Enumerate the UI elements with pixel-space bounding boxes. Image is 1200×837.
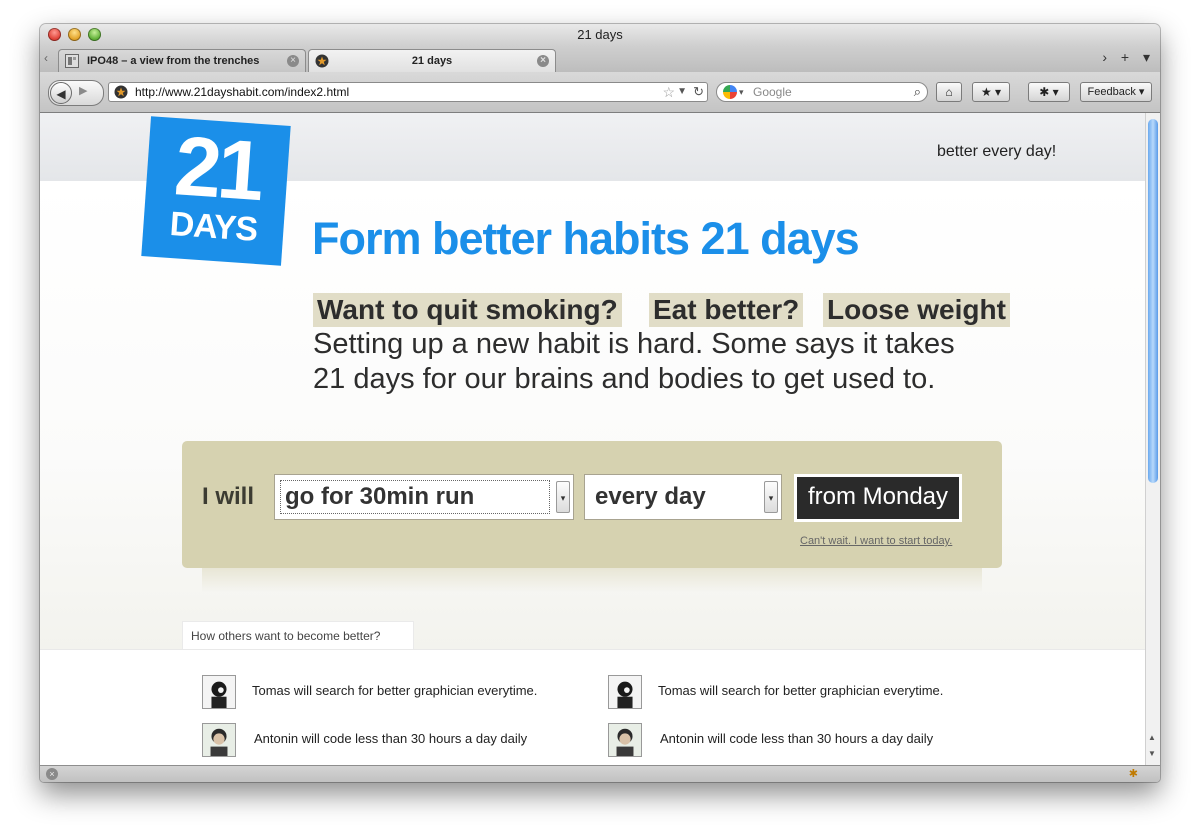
engine-dropdown-icon[interactable]: ▾ [739, 83, 744, 101]
new-tab-icon[interactable]: + [1121, 49, 1129, 65]
status-bar: × ✱ [40, 765, 1160, 782]
addon-status-icon[interactable]: ✱ [1129, 767, 1138, 780]
forward-icon[interactable]: ▶ [79, 84, 87, 97]
zoom-window-button[interactable] [88, 28, 101, 41]
frequency-selected-value: every day [595, 483, 706, 510]
vertical-scrollbar[interactable]: ▲ ▼ [1145, 113, 1160, 765]
divider [40, 649, 1145, 650]
logo-number: 21 [171, 118, 264, 218]
habit-chip: Want to quit smoking? [313, 293, 622, 327]
scrollbar-thumb[interactable] [1148, 119, 1158, 483]
extension-icon[interactable]: ✱ ▾ [1028, 82, 1070, 102]
feedback-label: Feedback [1087, 86, 1136, 98]
habit-chip: Eat better? [649, 293, 804, 327]
page-favicon-icon [65, 54, 79, 68]
tab-controls: › + ▾ [1092, 49, 1150, 66]
frequency-select[interactable]: every day ▾ [584, 474, 782, 520]
tab-21-days[interactable]: 21 days × [308, 49, 556, 72]
site-identity-icon [114, 85, 128, 99]
start-today-link[interactable]: Can't wait. I want to start today. [800, 535, 952, 547]
home-icon[interactable]: ⌂ [936, 82, 962, 102]
description-line: 21 days for our brains and bodies to get… [313, 363, 936, 395]
tab-scroll-left-icon[interactable]: ‹ [44, 51, 48, 65]
chevron-down-icon[interactable]: ▾ [764, 481, 778, 513]
url-text[interactable]: http://www.21dayshabit.com/index2.html [135, 83, 349, 101]
description-line: Setting up a new habit is hard. Some say… [313, 328, 955, 360]
search-placeholder: Google [753, 85, 792, 99]
chevron-down-icon[interactable]: ▾ [556, 481, 570, 513]
page-viewport: 21 DAYS better every day! Form better ha… [40, 113, 1145, 765]
search-input[interactable]: ▾ Google ⌕ [716, 82, 928, 102]
back-forward-group: ◀ ▶ [48, 80, 104, 106]
page-headline: Form better habits 21 days [312, 213, 860, 264]
tab-scroll-right-icon[interactable]: › [1102, 49, 1107, 65]
tab-label: IPO48 – a view from the trenches [87, 55, 260, 67]
entry-text: Antonin will code less than 30 hours a d… [254, 731, 528, 746]
tab-list-icon[interactable]: ▾ [1143, 49, 1150, 65]
search-icon[interactable]: ⌕ [914, 83, 921, 101]
scroll-up-icon[interactable]: ▲ [1148, 733, 1156, 742]
close-window-button[interactable] [48, 28, 61, 41]
habit-form: I will go for 30min run ▾ every day ▾ fr… [182, 441, 1002, 568]
start-monday-button[interactable]: from Monday [794, 474, 962, 522]
url-history-dropdown-icon[interactable]: ▼ [677, 83, 687, 101]
stop-icon[interactable]: × [46, 768, 58, 780]
google-engine-icon[interactable] [723, 85, 737, 99]
tab-ipo48[interactable]: IPO48 – a view from the trenches × [58, 49, 306, 72]
feedback-button[interactable]: Feedback ▾ [1080, 82, 1152, 102]
habit-chip: Loose weight [823, 293, 1010, 327]
activity-select[interactable]: go for 30min run ▾ [274, 474, 574, 520]
form-prefix-label: I will [202, 483, 255, 510]
reload-icon[interactable]: ↻ [693, 83, 704, 101]
avatar [202, 675, 236, 709]
entry-text: Tomas will search for better graphician … [658, 683, 944, 698]
site-favicon-icon [315, 54, 329, 68]
tab-bar: ‹ IPO48 – a view from the trenches × 21 … [40, 46, 1160, 73]
star-icon[interactable]: ☆ [662, 83, 675, 101]
minimize-window-button[interactable] [68, 28, 81, 41]
browser-window: 21 days ‹ IPO48 – a view from the trench… [40, 24, 1160, 782]
entry-text: Antonin will code less than 30 hours a d… [660, 731, 934, 746]
avatar [202, 723, 236, 757]
close-tab-icon[interactable]: × [537, 55, 549, 67]
scroll-down-icon[interactable]: ▼ [1148, 749, 1156, 758]
intro-description: Setting up a new habit is hard. Some say… [313, 327, 955, 397]
avatar [608, 723, 642, 757]
site-tagline: better every day! [937, 143, 1057, 160]
form-shadow [202, 568, 982, 592]
avatar [608, 675, 642, 709]
close-tab-icon[interactable]: × [287, 55, 299, 67]
tab-label: 21 days [411, 55, 453, 67]
navigation-toolbar: ◀ ▶ http://www.21dayshabit.com/index2.ht… [40, 72, 1160, 113]
title-bar: 21 days [40, 24, 1160, 46]
bookmarks-icon[interactable]: ★ ▾ [972, 82, 1010, 102]
address-bar[interactable]: http://www.21dayshabit.com/index2.html ☆… [108, 82, 708, 102]
activity-selected-value: go for 30min run [285, 483, 475, 510]
site-logo[interactable]: 21 DAYS [141, 116, 291, 266]
entry-text: Tomas will search for better graphician … [252, 683, 538, 698]
others-section-tab[interactable]: How others want to become better? [182, 621, 414, 649]
window-title: 21 days [577, 27, 623, 42]
back-icon[interactable]: ◀ [50, 82, 72, 104]
